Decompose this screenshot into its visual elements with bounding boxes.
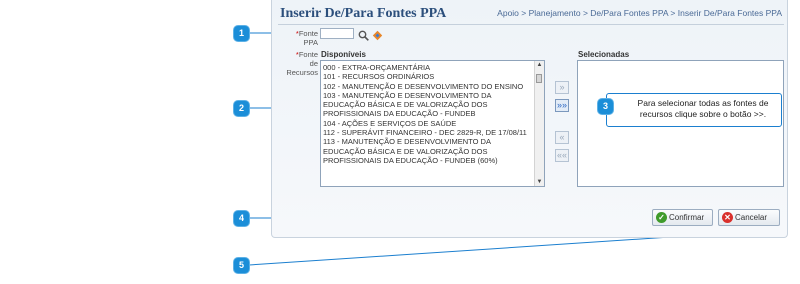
scroll-down-arrow-icon[interactable]: ▼ bbox=[535, 178, 544, 186]
page-title: Inserir De/Para Fontes PPA bbox=[280, 6, 447, 21]
cancel-button-label: Cancelar bbox=[735, 213, 768, 222]
clear-icon[interactable] bbox=[372, 28, 383, 41]
check-icon: ✓ bbox=[656, 212, 667, 223]
fonte-ppa-input[interactable] bbox=[320, 28, 354, 39]
list-item[interactable]: 101 - RECURSOS ORDINÁRIOS bbox=[323, 72, 533, 81]
vertical-scrollbar[interactable]: ▲ ▼ bbox=[534, 61, 544, 186]
title-divider bbox=[278, 24, 784, 25]
scroll-up-arrow-icon[interactable]: ▲ bbox=[535, 61, 544, 69]
list-item[interactable]: 113 - MANUTENÇÃO E DESENVOLVIMENTO DA ED… bbox=[323, 137, 533, 165]
confirm-button-label: Confirmar bbox=[669, 213, 705, 222]
x-icon: ✕ bbox=[722, 212, 733, 223]
breadcrumb[interactable]: Apoio > Planejamento > De/Para Fontes PP… bbox=[497, 8, 782, 18]
available-items: 000 - EXTRA-ORÇAMENTÁRIA 101 - RECURSOS … bbox=[323, 63, 533, 165]
fonte-recursos-label-line2: de bbox=[309, 59, 318, 68]
callout-4: 4 bbox=[234, 211, 249, 226]
list-item[interactable]: 104 - AÇÕES E SERVIÇOS DE SAÚDE bbox=[323, 119, 533, 128]
available-header: Disponíveis bbox=[321, 50, 366, 59]
confirm-button[interactable]: ✓ Confirmar bbox=[652, 209, 713, 226]
list-item[interactable]: 102 - MANUTENÇÃO E DESENVOLVIMENTO DO EN… bbox=[323, 82, 533, 91]
callout-1: 1 bbox=[234, 26, 249, 41]
fonte-ppa-label: *Fonte PPA bbox=[288, 29, 318, 47]
callout-2: 2 bbox=[234, 101, 249, 116]
fonte-recursos-label-line1: Fonte bbox=[298, 50, 318, 59]
remove-all-button[interactable]: «« bbox=[555, 149, 569, 162]
list-item[interactable]: 000 - EXTRA-ORÇAMENTÁRIA bbox=[323, 63, 533, 72]
fonte-recursos-label: *Fonte de Recursos bbox=[278, 50, 318, 77]
callout-3: 3 bbox=[598, 99, 613, 114]
search-icon[interactable] bbox=[358, 28, 369, 41]
move-all-button[interactable]: »» bbox=[555, 99, 569, 112]
available-list[interactable]: 000 - EXTRA-ORÇAMENTÁRIA 101 - RECURSOS … bbox=[320, 60, 545, 187]
selected-header: Selecionadas bbox=[578, 50, 630, 59]
callout-3-text: Para selecionar todas as fontes de recur… bbox=[637, 98, 769, 119]
scroll-thumb[interactable] bbox=[536, 74, 542, 83]
move-selected-button[interactable]: » bbox=[555, 81, 569, 94]
fonte-ppa-label-line2: PPA bbox=[303, 38, 318, 47]
list-item[interactable]: 112 - SUPERÁVIT FINANCEIRO - DEC 2829-R,… bbox=[323, 128, 533, 137]
remove-selected-button[interactable]: « bbox=[555, 131, 569, 144]
fonte-ppa-label-line1: Fonte bbox=[298, 29, 318, 38]
list-item[interactable]: 103 - MANUTENÇÃO E DESENVOLVIMENTO DA ED… bbox=[323, 91, 533, 119]
callout-5: 5 bbox=[234, 258, 249, 273]
cancel-button[interactable]: ✕ Cancelar bbox=[718, 209, 780, 226]
callout-3-tooltip: Para selecionar todas as fontes de recur… bbox=[606, 93, 782, 127]
fonte-recursos-label-line3: Recursos bbox=[286, 68, 318, 77]
